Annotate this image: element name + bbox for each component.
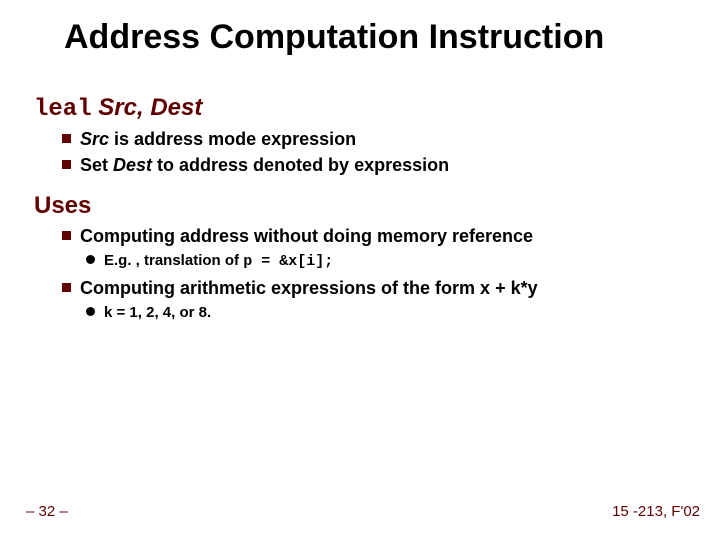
sub-list: k = 1, 2, 4, or 8. [80,302,694,324]
leal-bullets: Src is address mode expression Set Dest … [34,127,694,178]
leal-mnemonic: leal [34,96,92,123]
sub-code: p = &x[i]; [243,253,333,270]
sub-item: E.g. , translation of p = &x[i]; [80,250,694,272]
section-uses-heading: Uses [34,192,694,220]
list-item: Src is address mode expression [34,127,694,151]
section-leal-heading: leal Src, Dest [34,94,694,123]
list-item: Computing arithmetic expressions of the … [34,276,694,324]
sub-item: k = 1, 2, 4, or 8. [80,302,694,324]
list-item: Set Dest to address denoted by expressio… [34,153,694,177]
slide: Address Computation Instruction leal Src… [0,0,720,540]
leal-args: Src, Dest [98,94,202,121]
bullet-post: to address denoted by expression [152,155,449,175]
bullet-post: is address mode expression [109,129,356,149]
uses-bullets: Computing address without doing memory r… [34,224,694,325]
bullet-pre: Set [80,155,113,175]
sub-pre: k = 1, 2, 4, or 8. [104,304,211,321]
sub-list: E.g. , translation of p = &x[i]; [80,250,694,272]
bullet-italic: Dest [113,155,152,175]
course-tag: 15 -213, F'02 [612,503,700,520]
list-item: Computing address without doing memory r… [34,224,694,272]
slide-number: – 32 – [26,503,68,520]
uses-item-text: Computing arithmetic expressions of the … [80,278,538,298]
slide-body: leal Src, Dest Src is address mode expre… [34,94,694,338]
sub-pre: E.g. , translation of [104,252,243,269]
bullet-italic: Src [80,129,109,149]
uses-item-text: Computing address without doing memory r… [80,226,533,246]
page-title: Address Computation Instruction [64,18,704,57]
